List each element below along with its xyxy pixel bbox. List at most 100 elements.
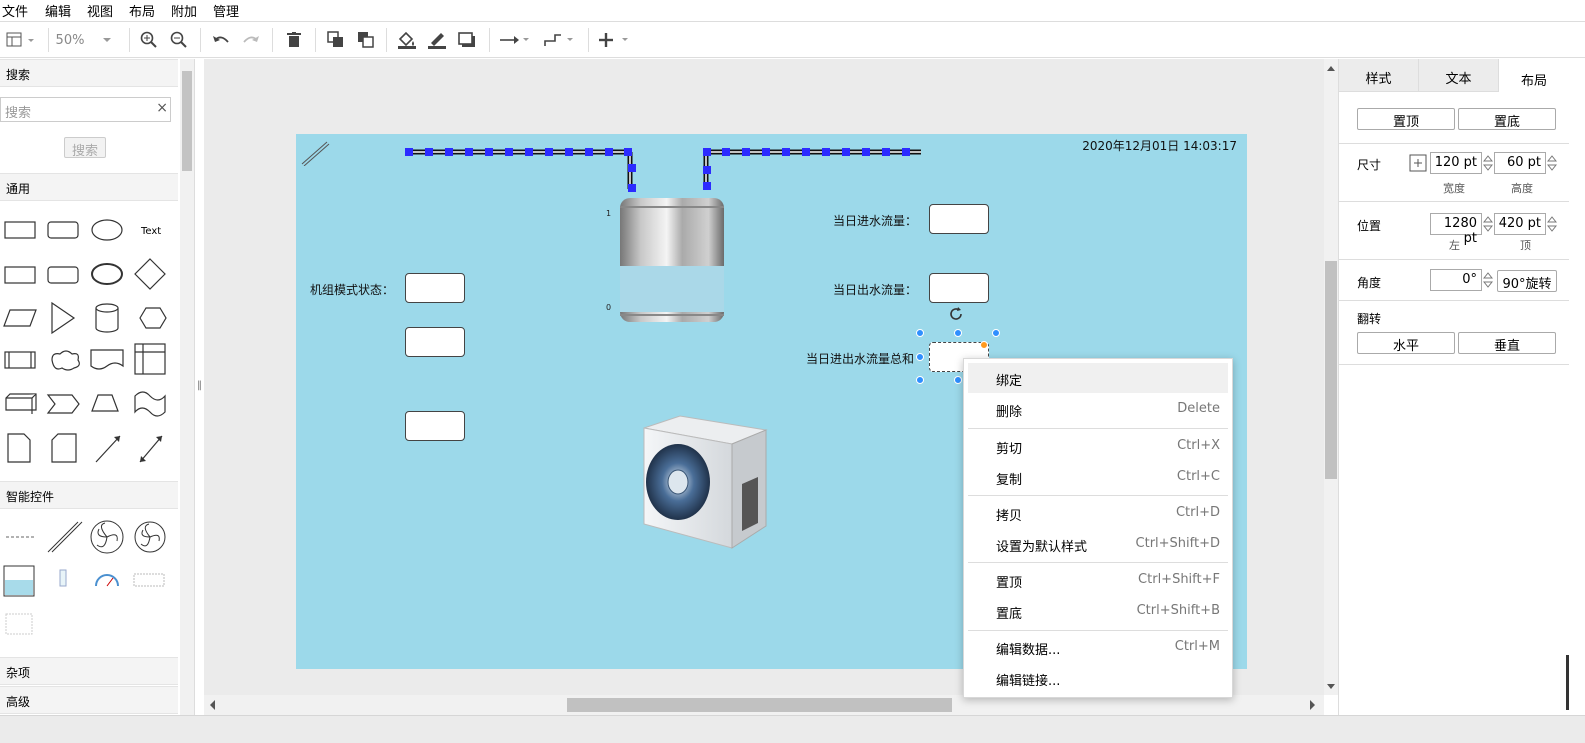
angle-spinner-icon[interactable] xyxy=(1483,270,1493,290)
to-back-button[interactable]: 置底 xyxy=(1458,108,1556,130)
left-spinner-icon[interactable] xyxy=(1483,214,1493,234)
left-input[interactable]: 1280 pt xyxy=(1430,213,1482,246)
height-spinner-icon[interactable] xyxy=(1547,153,1557,173)
canvas-hscroll-thumb[interactable] xyxy=(567,698,952,712)
menu-item-delete[interactable]: 删除 Delete xyxy=(968,394,1228,424)
height-input[interactable]: 60 pt xyxy=(1494,152,1546,174)
mode-value-box[interactable] xyxy=(405,273,465,303)
sidebar-scroll-thumb[interactable] xyxy=(182,71,192,171)
insert-icon[interactable] xyxy=(597,29,633,51)
shadow-icon[interactable] xyxy=(456,29,478,51)
search-input[interactable]: 搜索 × xyxy=(0,97,171,122)
delete-icon[interactable] xyxy=(283,29,305,51)
resize-handle[interactable] xyxy=(954,329,962,337)
zoom-in-icon[interactable] xyxy=(138,29,160,51)
search-section-header[interactable]: 搜索 xyxy=(0,59,178,87)
menu-item-duplicate[interactable]: 拷贝 Ctrl+D xyxy=(968,498,1228,528)
connection-handle[interactable] xyxy=(980,341,988,349)
to-front-icon[interactable] xyxy=(325,29,347,51)
smart-controls-grid[interactable] xyxy=(0,514,178,644)
section-title: 智能控件 xyxy=(6,490,55,504)
resize-handle[interactable] xyxy=(916,329,924,337)
menu-bar: 文件 编辑 视图 布局 附加 管理 xyxy=(0,0,1585,22)
menu-item-label: 置底 xyxy=(996,607,1023,622)
section-title: 搜索 xyxy=(6,68,31,82)
connection-style-icon[interactable] xyxy=(499,29,533,51)
menu-file[interactable]: 文件 xyxy=(2,1,28,20)
water-tank[interactable]: 1 0 xyxy=(596,196,736,326)
to-front-button[interactable]: 置顶 xyxy=(1357,108,1455,130)
flip-horizontal-button[interactable]: 水平 xyxy=(1357,332,1455,354)
toolbar: 50% xyxy=(0,22,1585,58)
mode-value-box-3[interactable] xyxy=(405,411,465,441)
width-input[interactable]: 120 pt xyxy=(1430,152,1482,174)
panel-toggle-icon[interactable] xyxy=(4,29,38,51)
angle-input[interactable]: 0° xyxy=(1430,269,1482,291)
menu-item-shortcut: Ctrl+D xyxy=(1175,505,1220,520)
menu-item-bind[interactable]: 绑定 xyxy=(968,363,1228,393)
canvas-horizontal-scrollbar[interactable] xyxy=(204,695,1324,715)
line-color-icon[interactable] xyxy=(426,29,448,51)
menu-item-to-front[interactable]: 置顶 Ctrl+Shift+F xyxy=(968,565,1228,595)
menu-item-label: 拷贝 xyxy=(996,509,1023,524)
top-spinner-icon[interactable] xyxy=(1547,214,1557,234)
menu-view[interactable]: 视图 xyxy=(87,1,113,20)
menu-item-shortcut: Ctrl+M xyxy=(1174,639,1220,654)
air-conditioner-image[interactable] xyxy=(636,414,786,554)
in-flow-value-box[interactable] xyxy=(929,204,989,234)
resize-handle[interactable] xyxy=(916,353,924,361)
panel-edge-marker xyxy=(1566,655,1569,710)
waypoint-style-icon[interactable] xyxy=(543,29,577,51)
advanced-section-header[interactable]: 高级 xyxy=(0,686,178,714)
general-section-header[interactable]: 通用 xyxy=(0,173,178,201)
mode-value-box-2[interactable] xyxy=(405,327,465,357)
resize-handle[interactable] xyxy=(992,329,1000,337)
out-flow-label: 当日出水流量： xyxy=(833,283,918,297)
menu-item-edit-link[interactable]: 编辑链接... xyxy=(968,663,1228,693)
canvas-vertical-scrollbar[interactable] xyxy=(1324,59,1338,695)
tank-top-mark: 1 xyxy=(606,209,611,218)
fill-color-icon[interactable] xyxy=(396,29,418,51)
resize-handle[interactable] xyxy=(916,376,924,384)
sidebar-scrollbar[interactable] xyxy=(180,59,194,715)
diagonal-lines-shape[interactable] xyxy=(300,138,330,166)
status-bar xyxy=(0,715,1585,743)
to-back-icon[interactable] xyxy=(355,29,377,51)
menu-manage[interactable]: 管理 xyxy=(213,1,239,20)
menu-item-to-back[interactable]: 置底 Ctrl+Shift+B xyxy=(968,596,1228,626)
search-button[interactable]: 搜索 xyxy=(64,137,106,159)
out-flow-value-box[interactable] xyxy=(929,273,989,303)
resize-handle[interactable] xyxy=(954,376,962,384)
clear-icon[interactable]: × xyxy=(156,100,168,116)
tab-text[interactable]: 文本 xyxy=(1419,59,1499,92)
autosize-icon[interactable] xyxy=(1409,154,1427,172)
undo-icon[interactable] xyxy=(210,29,232,51)
general-shapes-grid[interactable]: Text xyxy=(0,212,178,472)
zoom-select[interactable]: 50% xyxy=(54,29,120,51)
smart-controls-section-header[interactable]: 智能控件 xyxy=(0,481,178,509)
zoom-out-icon[interactable] xyxy=(168,29,190,51)
misc-section-header[interactable]: 杂项 xyxy=(0,657,178,685)
menu-layout[interactable]: 布局 xyxy=(129,1,155,20)
menu-item-label: 绑定 xyxy=(996,374,1023,389)
splitter-handle[interactable]: ‖ xyxy=(197,380,202,391)
rotate-90-button[interactable]: 90°旋转 xyxy=(1497,270,1557,292)
tab-style[interactable]: 样式 xyxy=(1339,59,1419,92)
redo-icon[interactable] xyxy=(240,29,262,51)
menu-item-set-default-style[interactable]: 设置为默认样式 Ctrl+Shift+D xyxy=(968,529,1228,559)
tab-arrange[interactable]: 布局 xyxy=(1499,59,1569,92)
canvas-vscroll-thumb[interactable] xyxy=(1325,261,1337,479)
menu-item-edit-data[interactable]: 编辑数据... Ctrl+M xyxy=(968,632,1228,662)
pipe-shape[interactable] xyxy=(396,144,926,194)
menu-extras[interactable]: 附加 xyxy=(171,1,197,20)
top-input[interactable]: 420 pt xyxy=(1494,213,1546,235)
rotate-icon[interactable] xyxy=(949,306,965,322)
menu-edit[interactable]: 编辑 xyxy=(45,1,71,20)
in-flow-label: 当日进水流量： xyxy=(833,214,918,228)
flip-vertical-button[interactable]: 垂直 xyxy=(1458,332,1556,354)
menu-item-label: 设置为默认样式 xyxy=(996,540,1088,555)
menu-item-cut[interactable]: 剪切 Ctrl+X xyxy=(968,431,1228,461)
menu-item-label: 置顶 xyxy=(996,576,1023,591)
width-spinner-icon[interactable] xyxy=(1483,153,1493,173)
menu-item-copy[interactable]: 复制 Ctrl+C xyxy=(968,462,1228,492)
